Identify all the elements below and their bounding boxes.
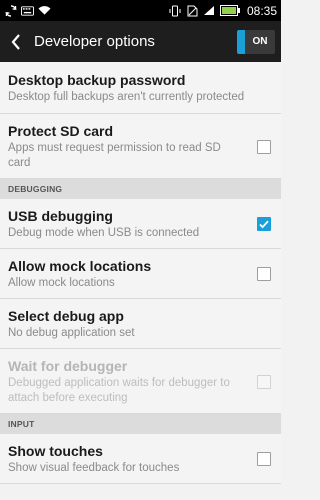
item-subtitle: Debug mode when USB is connected xyxy=(8,227,200,239)
item-subtitle: Apps must request permission to read SD … xyxy=(8,142,221,169)
protect-sd-card-checkbox[interactable] xyxy=(257,139,271,154)
sync-icon xyxy=(4,4,17,17)
item-subtitle: Show visual feedback for touches xyxy=(8,462,180,474)
desktop-backup-password-item[interactable]: Desktop backup password Desktop full bac… xyxy=(0,62,281,114)
status-bar: 08:35 xyxy=(0,0,281,21)
usb-debugging-item[interactable]: USB debugging Debug mode when USB is con… xyxy=(0,199,281,249)
vibrate-icon xyxy=(169,4,182,17)
wait-for-debugger-checkbox xyxy=(257,374,271,389)
show-touches-item[interactable]: Show touches Show visual feedback for to… xyxy=(0,434,281,484)
keyboard-icon xyxy=(21,4,34,17)
item-title: Protect SD card xyxy=(8,123,114,139)
settings-list: Desktop backup password Desktop full bac… xyxy=(0,62,281,484)
toggle-label: ON xyxy=(245,29,275,54)
item-title: Desktop backup password xyxy=(8,72,186,88)
protect-sd-card-item[interactable]: Protect SD card Apps must request permis… xyxy=(0,114,281,179)
wait-for-debugger-item: Wait for debugger Debugged application w… xyxy=(0,349,281,414)
select-debug-app-item[interactable]: Select debug app No debug application se… xyxy=(0,299,281,349)
toggle-accent xyxy=(237,29,245,54)
status-time: 08:35 xyxy=(246,3,277,18)
wifi-icon xyxy=(38,4,51,17)
item-title: Wait for debugger xyxy=(8,358,128,374)
allow-mock-locations-checkbox[interactable] xyxy=(257,267,271,281)
item-subtitle: Debugged application waits for debugger … xyxy=(8,377,230,404)
item-subtitle: Desktop full backups aren't currently pr… xyxy=(8,91,245,103)
section-header-debugging: DEBUGGING xyxy=(0,179,281,199)
item-subtitle: Allow mock locations xyxy=(8,277,115,289)
no-sim-icon xyxy=(186,4,199,17)
item-title: Allow mock locations xyxy=(8,258,152,274)
show-touches-checkbox[interactable] xyxy=(257,452,271,466)
checkmark-icon xyxy=(259,220,269,229)
item-title: Show touches xyxy=(8,443,103,459)
item-title: Select debug app xyxy=(8,308,124,324)
status-icons-right: 08:35 xyxy=(169,4,277,18)
usb-debugging-checkbox[interactable] xyxy=(257,217,271,231)
status-icons-left xyxy=(4,4,51,17)
signal-icon xyxy=(203,4,216,17)
item-subtitle: No debug application set xyxy=(8,327,135,339)
back-arrow-icon[interactable] xyxy=(8,31,24,53)
section-header-input: INPUT xyxy=(0,414,281,434)
developer-options-toggle[interactable]: ON xyxy=(237,29,275,54)
page-title: Developer options xyxy=(34,33,155,50)
item-title: USB debugging xyxy=(8,208,113,224)
action-bar: Developer options ON xyxy=(0,21,281,62)
battery-icon xyxy=(219,4,240,17)
allow-mock-locations-item[interactable]: Allow mock locations Allow mock location… xyxy=(0,249,281,299)
